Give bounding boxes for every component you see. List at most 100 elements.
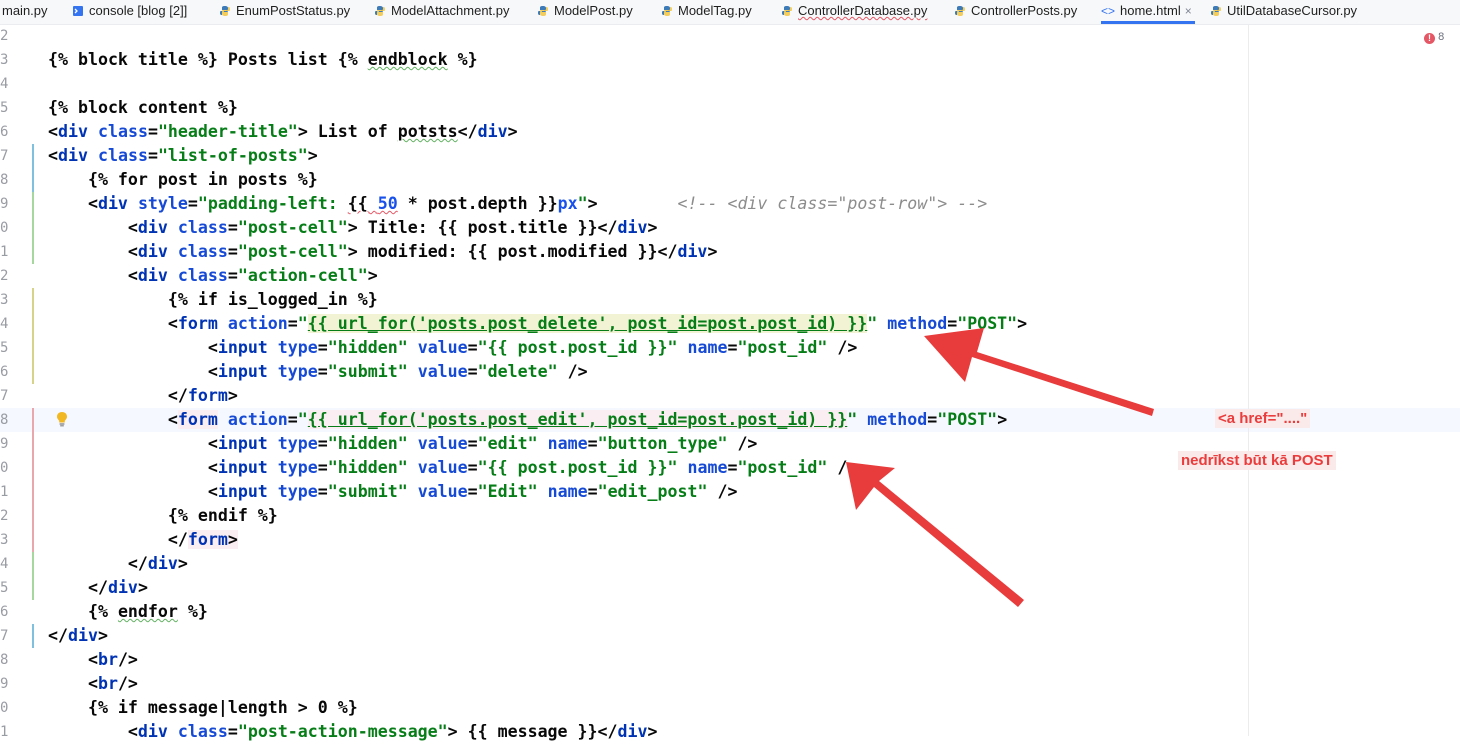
code-token: value bbox=[417, 338, 468, 357]
line-number: 7 bbox=[0, 388, 9, 404]
code-line-3: {% block title %} Posts list {% endblock… bbox=[48, 48, 478, 72]
code-token: "hidden" bbox=[327, 434, 408, 453]
code-line-25: </div> bbox=[48, 576, 148, 600]
code-token: action bbox=[227, 314, 288, 333]
code-token: = bbox=[187, 194, 198, 213]
code-token: * post.depth }} bbox=[397, 194, 558, 213]
code-token: /> bbox=[117, 650, 138, 669]
code-token: > bbox=[227, 530, 238, 549]
code-token: /> bbox=[727, 434, 758, 453]
code-token: = bbox=[467, 482, 478, 501]
code-token: = bbox=[587, 434, 598, 453]
tab-main-py[interactable]: main.py bbox=[2, 0, 48, 24]
code-token: div bbox=[58, 122, 88, 141]
code-line-29: <br/> bbox=[48, 672, 138, 696]
code-line-19: <input type="hidden" value="edit" name="… bbox=[48, 432, 758, 456]
code-token: method bbox=[867, 410, 928, 429]
error-count: 8 bbox=[1438, 31, 1445, 43]
code-token: "hidden" bbox=[327, 458, 408, 477]
code-token: "{{ post.post_id }}" bbox=[477, 338, 678, 357]
code-token: > {{ message }}</ bbox=[447, 722, 618, 741]
code-line-21: <input type="submit" value="Edit" name="… bbox=[48, 480, 738, 504]
code-token: = bbox=[147, 146, 158, 165]
annotation-arrow bbox=[846, 462, 1024, 607]
code-token: < bbox=[48, 122, 58, 141]
code-token: endblock bbox=[367, 50, 448, 69]
tab-utildatabasecursor[interactable]: UtilDatabaseCursor.py bbox=[1210, 0, 1357, 24]
close-icon[interactable]: × bbox=[1185, 4, 1192, 18]
code-token: Posts list bbox=[217, 50, 338, 69]
vcs-modified-marker bbox=[32, 288, 34, 384]
code-token: class bbox=[177, 218, 228, 237]
code-token: > List of bbox=[297, 122, 398, 141]
tab-console[interactable]: console [blog [2]] bbox=[72, 0, 187, 24]
code-token: = bbox=[727, 458, 738, 477]
inspection-widget[interactable]: ! 8 bbox=[1424, 31, 1444, 44]
code-token: /> bbox=[117, 674, 138, 693]
line-number: 9 bbox=[0, 196, 9, 212]
code-token: > bbox=[707, 242, 718, 261]
code-token: input bbox=[217, 434, 268, 453]
code-token: < bbox=[48, 410, 178, 429]
line-number: 2 bbox=[0, 28, 9, 44]
tab-modelattachment[interactable]: ModelAttachment.py bbox=[374, 0, 510, 24]
code-token: > bbox=[367, 266, 378, 285]
code-token: = bbox=[227, 722, 238, 741]
code-token: < bbox=[48, 242, 138, 261]
tab-controllerposts[interactable]: ControllerPosts.py bbox=[954, 0, 1077, 24]
tab-label: console [blog [2]] bbox=[89, 3, 188, 18]
code-token: < bbox=[48, 146, 58, 165]
code-token: input bbox=[217, 362, 268, 381]
code-token: = bbox=[317, 338, 328, 357]
code-token: "header-title" bbox=[157, 122, 298, 141]
code-token: = bbox=[587, 482, 598, 501]
code-line-12: <div class="action-cell"> bbox=[48, 264, 378, 288]
code-token: "edit" bbox=[477, 434, 538, 453]
code-line-31: <div class="post-action-message"> {{ mes… bbox=[48, 720, 658, 744]
code-token: = bbox=[467, 338, 478, 357]
code-token: "button_type" bbox=[597, 434, 728, 453]
tab-modelpost[interactable]: ModelPost.py bbox=[537, 0, 633, 24]
line-number: 6 bbox=[0, 604, 9, 620]
vcs-error-marker bbox=[32, 408, 34, 552]
code-token: endfor bbox=[117, 602, 178, 621]
code-token: > bbox=[647, 722, 658, 741]
code-token: " bbox=[867, 314, 878, 333]
code-token: "submit" bbox=[327, 362, 408, 381]
code-token: {{ bbox=[347, 194, 378, 213]
code-token: < bbox=[48, 194, 98, 213]
code-line-22: {% endif %} bbox=[48, 506, 278, 525]
code-token: style bbox=[137, 194, 188, 213]
line-number: 9 bbox=[0, 676, 9, 692]
line-number: 3 bbox=[0, 52, 9, 68]
code-token: div bbox=[477, 122, 508, 141]
tab-controllerdatabase[interactable]: ControllerDatabase.py bbox=[781, 0, 927, 24]
tab-home-html[interactable]: <> home.html × bbox=[1101, 0, 1195, 24]
code-token: > bbox=[507, 122, 518, 141]
code-token: div bbox=[137, 242, 168, 261]
tab-enumpoststatus[interactable]: EnumPostStatus.py bbox=[219, 0, 350, 24]
vcs-change-marker bbox=[32, 624, 34, 648]
code-token: > bbox=[227, 386, 238, 405]
code-token: = bbox=[227, 242, 238, 261]
code-line-24: </div> bbox=[48, 552, 188, 576]
code-token: form bbox=[177, 314, 218, 333]
code-line-28: <br/> bbox=[48, 648, 138, 672]
code-token: < bbox=[48, 482, 218, 501]
line-number: 5 bbox=[0, 340, 9, 356]
tab-modeltag[interactable]: ModelTag.py bbox=[661, 0, 752, 24]
code-token: " bbox=[577, 194, 588, 213]
code-line-23: </form> bbox=[48, 528, 238, 552]
code-token: = bbox=[927, 410, 938, 429]
code-token: "submit" bbox=[327, 482, 408, 501]
